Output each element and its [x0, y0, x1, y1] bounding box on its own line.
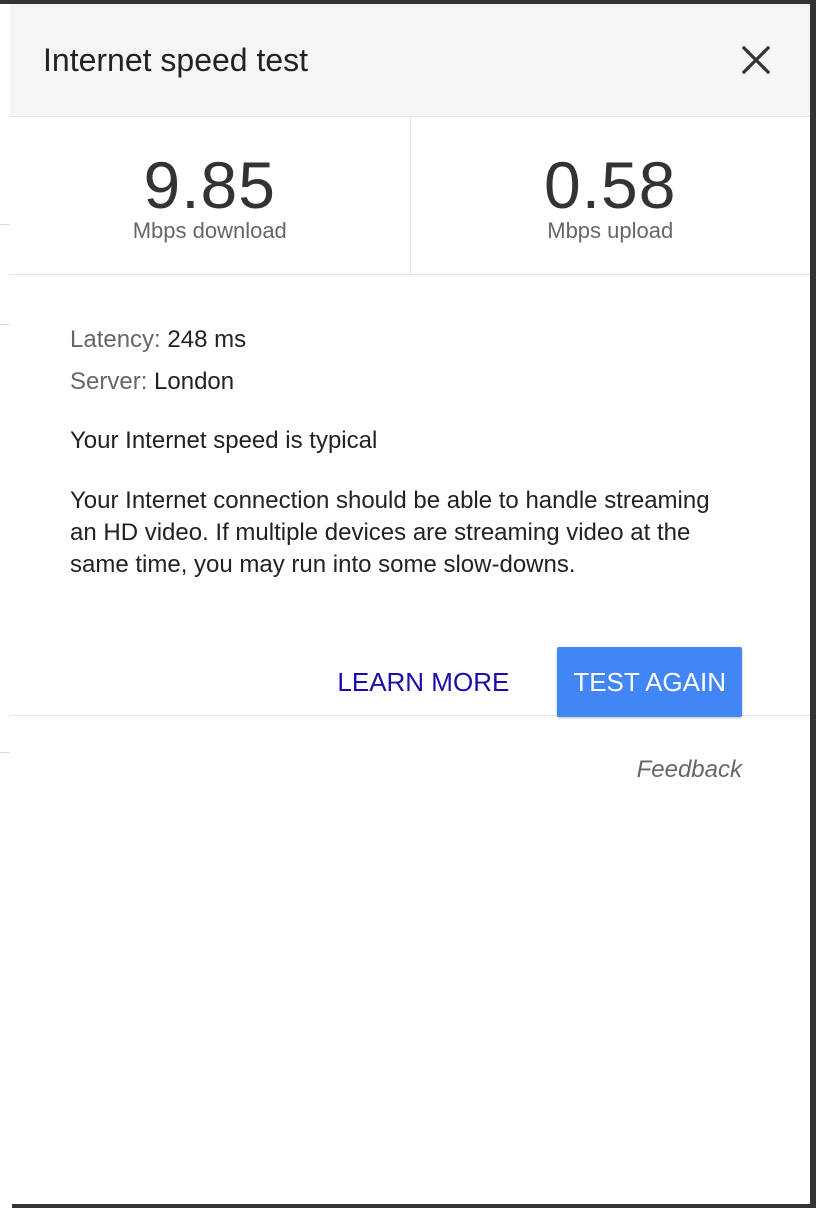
test-details: Latency: 248 ms Server: London Your Inte… [10, 275, 810, 717]
close-icon [741, 45, 771, 75]
speed-test-dialog: Internet speed test 9.85 Mbps download 0… [10, 4, 810, 1204]
upload-value: 0.58 [544, 148, 677, 222]
test-again-button[interactable]: TEST AGAIN [557, 647, 742, 717]
upload-result: 0.58 Mbps upload [411, 117, 811, 274]
upload-label: Mbps upload [547, 218, 674, 243]
speed-verdict: Your Internet speed is typical [70, 427, 378, 454]
speed-explanation: Your Internet connection should be able … [70, 487, 710, 578]
dialog-actions: LEARN MORE TEST AGAIN [337, 647, 742, 717]
learn-more-link[interactable]: LEARN MORE [337, 647, 509, 717]
dialog-title: Internet speed test [43, 42, 309, 78]
server-key: Server: [70, 368, 148, 395]
download-label: Mbps download [132, 218, 287, 243]
speed-results: 9.85 Mbps download 0.58 Mbps upload [10, 117, 810, 275]
latency-value: 248 ms [167, 326, 247, 353]
download-result: 9.85 Mbps download [10, 117, 411, 274]
server-value: London [154, 368, 235, 395]
dialog-footer: Feedback [10, 716, 810, 836]
latency-row: Latency: 248 ms [70, 319, 750, 361]
server-row: Server: London [70, 361, 750, 403]
download-value: 9.85 [143, 148, 276, 222]
dialog-header: Internet speed test [10, 4, 810, 117]
close-button[interactable] [732, 36, 780, 84]
feedback-link[interactable]: Feedback [637, 756, 742, 784]
latency-key: Latency: [70, 326, 161, 353]
